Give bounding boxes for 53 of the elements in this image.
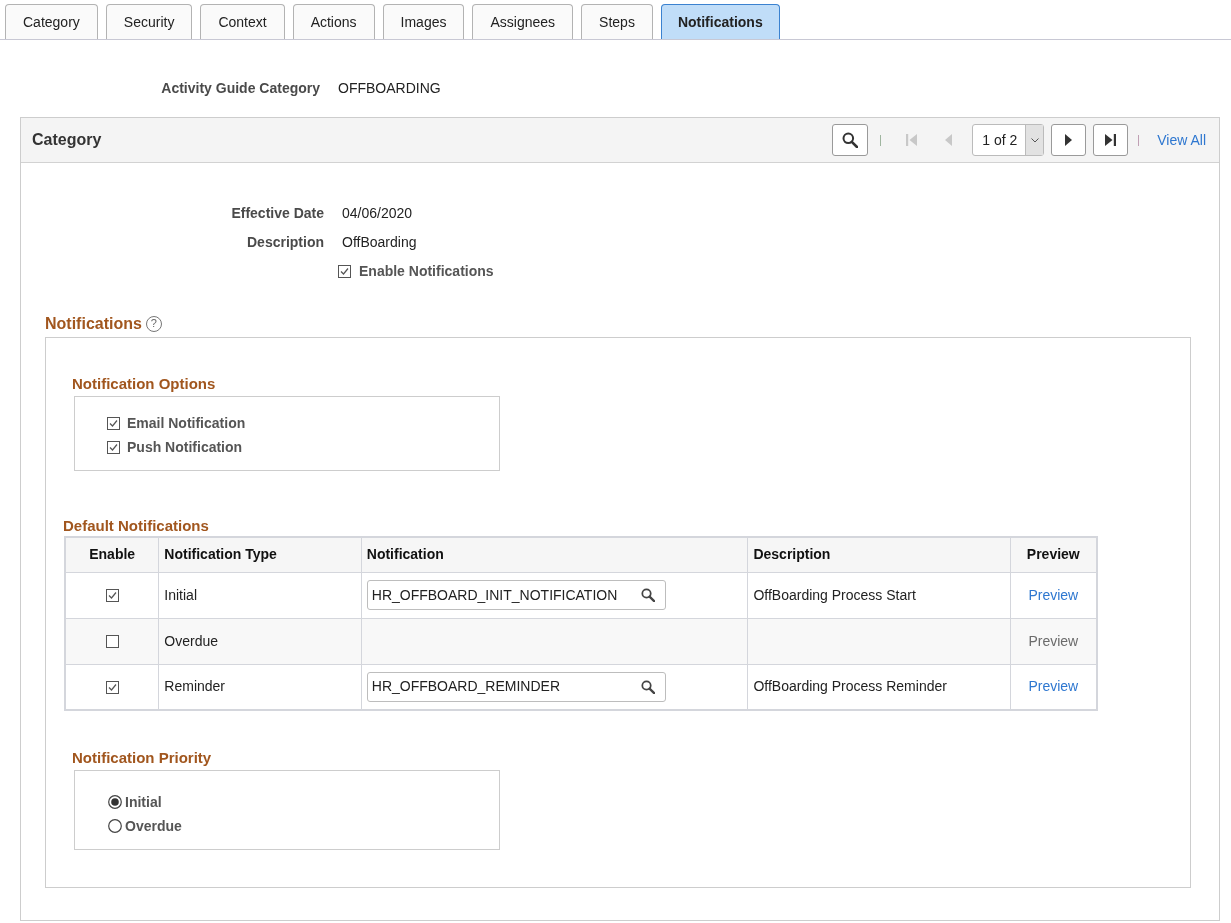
tab[interactable]: Context [200,4,285,39]
tab[interactable]: Category [5,4,98,39]
tab[interactable]: Assignees [472,4,574,39]
section-title: Notification Priority [72,749,212,767]
column-header: Enable [65,537,159,572]
checkbox-label: Enable Notifications [359,262,494,281]
table-cell: OffBoarding Process Start [747,572,1011,618]
field-label: Effective Date [231,204,324,223]
checkbox[interactable] [107,440,120,454]
field-value: OffBoarding [342,233,417,252]
view-all-link[interactable]: View All [1157,129,1206,151]
table-cell: Initial [158,572,362,618]
search-icon [842,132,859,148]
column-header: Preview [1010,537,1097,572]
skip-forward-icon [1105,134,1117,146]
panel-title: Category [32,130,102,150]
radio-label: Overdue [125,816,182,836]
notification-field[interactable]: HR_OFFBOARD_INIT_NOTIFICATION [366,580,666,610]
page-select[interactable]: 1 of 2 [972,124,1045,156]
tab[interactable]: Steps [581,4,653,39]
section-title: Notification Options [72,375,216,393]
skip-back-icon [905,134,917,146]
checkbox[interactable] [105,635,119,649]
next-page-button[interactable] [1051,124,1087,156]
section-title: Notifications [45,314,142,334]
search-icon [640,588,655,602]
caret-icon [1031,138,1040,143]
search-icon [640,679,655,694]
tab[interactable]: Actions [292,4,375,39]
tab[interactable]: Images [382,4,465,39]
tab[interactable]: Security [105,4,193,39]
checkbox[interactable] [105,681,119,695]
column-header: Notification Type [158,537,362,572]
field-value: OFFBOARDING [338,78,441,98]
tab[interactable]: Notifications [660,4,780,39]
field-label: Activity Guide Category [161,78,320,98]
field-value: 04/06/2020 [342,204,413,223]
search-button[interactable] [832,124,869,156]
checkbox[interactable] [105,589,119,603]
checkbox-label: Email Notification [127,413,246,433]
radio-button[interactable] [108,819,122,833]
column-header: Notification [361,537,748,572]
radio-button[interactable] [108,795,122,809]
checkbox-label: Push Notification [127,437,243,457]
notification-field[interactable]: HR_OFFBOARD_REMINDER [366,671,666,702]
checkbox[interactable] [338,265,351,278]
section-title: Default Notifications [63,517,209,535]
checkbox[interactable] [107,416,120,430]
radio-label: Initial [125,792,162,812]
column-header: Description [747,537,1011,572]
field-label: Description [247,233,324,252]
table-cell: Overdue [158,618,362,664]
last-page-button[interactable] [1093,124,1129,156]
